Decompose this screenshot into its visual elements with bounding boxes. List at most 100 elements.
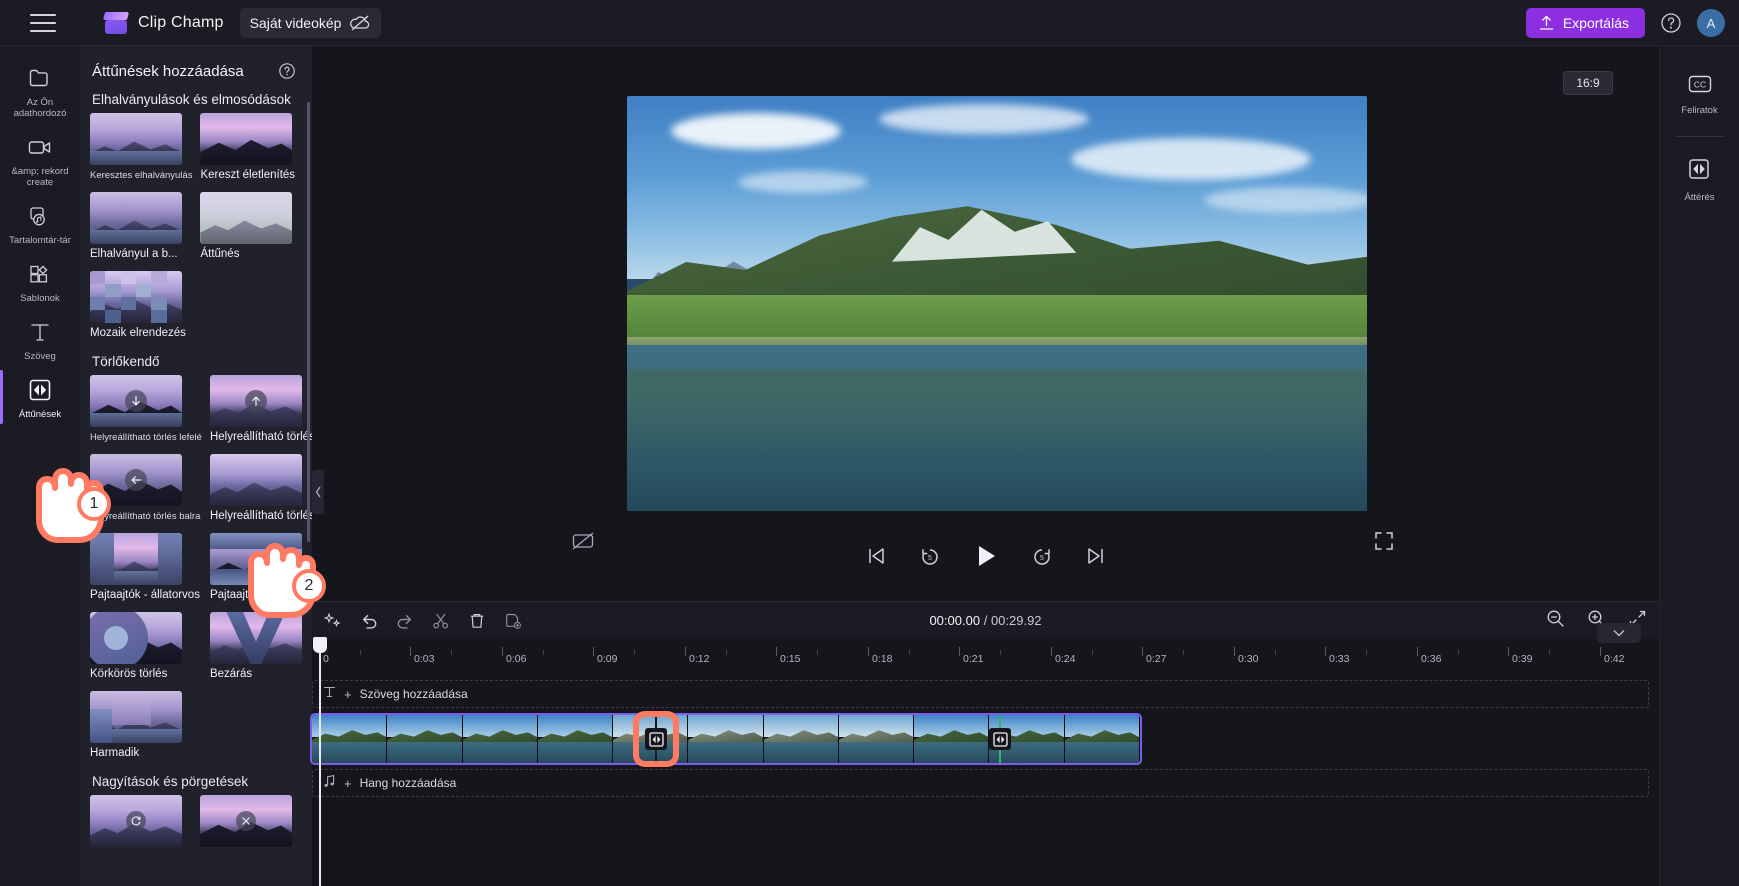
ruler-tick-label: 0:36 — [1421, 653, 1442, 665]
skip-to-start-icon[interactable] — [863, 543, 889, 569]
ruler-tick-label: 0:30 — [1238, 653, 1259, 665]
forward-5-icon[interactable]: 5 — [1029, 543, 1055, 569]
zoom-out-icon[interactable] — [1546, 609, 1565, 633]
right-label-captions: Feliratok — [1681, 105, 1718, 116]
brand: Clip Champ — [103, 11, 224, 34]
trash-icon[interactable] — [462, 608, 492, 634]
transition-item-barn-vertical[interactable]: Pajtaajtók - állatorvos — [90, 533, 202, 608]
project-name-chip[interactable]: Saját videokép — [239, 7, 382, 38]
ruler-tick-label: 0:12 — [689, 653, 710, 665]
thumbnail-barn-vertical — [90, 533, 182, 585]
fullscreen-button[interactable] — [1371, 528, 1397, 554]
arrow-down-icon — [125, 390, 147, 412]
transition-label: Harmadik — [90, 747, 140, 759]
video-clip[interactable] — [310, 713, 1142, 765]
panel-header: Áttűnések hozzáadása — [80, 46, 312, 84]
transition-label: Keresztes elhalványulás — [90, 170, 193, 181]
transition-label: Kereszt életlenítés — [200, 169, 296, 181]
question-mark-icon[interactable] — [278, 62, 296, 80]
transition-item-dissolve[interactable]: Áttűnés ... — [200, 192, 302, 267]
play-button[interactable] — [971, 541, 1001, 571]
transition-item-zoom-spin-2[interactable] — [200, 795, 302, 857]
transitions-panel: Áttűnések hozzáadása Elhalványulások és … — [80, 46, 312, 886]
transition-item-cross-blur[interactable]: Kereszt életlenítés — [200, 113, 302, 188]
transition-item-cross-fade[interactable]: Keresztes elhalványulás — [90, 113, 192, 188]
thumbnail-wipe-right — [209, 454, 302, 506]
transition-item-fade-to[interactable]: Elhalványul a b... — [90, 192, 192, 267]
sidebar-item-templates[interactable]: Sablonok — [0, 252, 80, 310]
avatar[interactable]: A — [1697, 9, 1725, 37]
add-text-plus: + — [344, 686, 352, 702]
transitions-icon — [27, 377, 53, 403]
thumbnail-close-wipe — [209, 612, 302, 664]
panel-scrollbar[interactable] — [307, 102, 310, 542]
transition-label: Körkörös törlés — [90, 668, 168, 680]
transition-item-wipe-down[interactable]: Helyreállítható törlés lefelé — [90, 375, 202, 450]
undo-icon[interactable] — [354, 608, 384, 634]
thumbnail-barn-horizontal — [209, 533, 302, 585]
ruler-tick-label: 0:39 — [1512, 653, 1533, 665]
transition-item-wipe-right[interactable]: Helyreállítható törlés jobbra — [209, 454, 312, 529]
right-item-transition[interactable]: Áttérés — [1684, 151, 1715, 209]
current-time: 00:00.00 — [929, 613, 981, 628]
transition-item-zoom-spin-1[interactable] — [90, 795, 192, 857]
transport-controls: 5 5 — [312, 536, 1659, 576]
ruler-tick-label: 0:03 — [414, 653, 435, 665]
redo-icon[interactable] — [390, 608, 420, 634]
transition-marker-2[interactable] — [987, 715, 1013, 763]
ruler-tick-label: 0:06 — [506, 653, 527, 665]
add-text-label: Szöveg hozzáadása — [359, 687, 468, 701]
transition-marker-icon — [989, 728, 1011, 750]
transition-marker-1[interactable] — [633, 711, 679, 767]
ruler-tick-label: 0:21 — [963, 653, 984, 665]
transition-item-wipe-left[interactable]: Helyreállítható törlés balra — [90, 454, 202, 529]
ruler-tick-label: 0:27 — [1146, 653, 1167, 665]
transition-item-circle-wipe[interactable]: Körkörös törlés — [90, 612, 202, 687]
zoom-spin-icon — [236, 811, 256, 831]
sidebar-item-transitions[interactable]: Áttűnések — [0, 368, 80, 426]
section-title-zooms: Nagyítások és pörgetések — [92, 774, 249, 789]
skip-to-end-icon[interactable] — [1083, 543, 1109, 569]
thumbnail-cross-fade — [90, 113, 182, 165]
transition-label: Helyreállítható törlés felfelé — [209, 431, 312, 443]
transition-grid-fades: Keresztes elhalványulás Kereszt életlení… — [80, 113, 312, 346]
thumbnail-fade-to — [90, 192, 182, 244]
timeline-ruler[interactable]: 0 0:03 0:06 0:09 0:12 0:15 0:18 0:21 0:2 — [312, 639, 1659, 669]
transition-label: Áttűnés — [200, 248, 240, 260]
svg-text:CC: CC — [1693, 79, 1705, 89]
transition-label: Helyreállítható törlés jobbra — [209, 510, 312, 522]
scissors-icon[interactable] — [426, 608, 456, 634]
right-label-transition: Áttérés — [1684, 192, 1715, 203]
section-title-fades: Elhalványulások és elmosódások — [92, 92, 291, 107]
clipchamp-editor: Clip Champ Saját videokép Exportálás A A… — [0, 0, 1739, 886]
sidebar-item-text[interactable]: Szöveg — [0, 310, 80, 368]
clipchamp-logo-icon — [103, 11, 129, 34]
export-button[interactable]: Exportálás — [1525, 8, 1645, 38]
transition-item-close-wipe[interactable]: Bezárás — [209, 612, 312, 687]
aspect-ratio-chip[interactable]: 16:9 — [1563, 71, 1613, 95]
transition-item-third[interactable]: Harmadik — [90, 691, 202, 766]
transition-item-mosaic[interactable]: Mozaik elrendezés — [90, 271, 192, 346]
playhead[interactable] — [313, 637, 327, 886]
transition-item-wipe-up[interactable]: Helyreállítható törlés felfelé — [209, 375, 312, 450]
sidebar-item-record-create[interactable]: &amp; rekord create — [0, 125, 80, 194]
rewind-5-icon[interactable]: 5 — [917, 543, 943, 569]
panel-collapse-handle[interactable] — [312, 470, 324, 514]
magic-wand-icon[interactable] — [318, 608, 348, 634]
project-name: Saját videokép — [249, 14, 342, 31]
track-add-text[interactable]: + Szöveg hozzáadása — [312, 680, 1649, 708]
duplicate-icon[interactable] — [498, 608, 528, 634]
right-item-captions[interactable]: CC Feliratok — [1681, 68, 1718, 122]
transition-label: Elhalványul a b... — [90, 248, 178, 260]
add-audio-label: Hang hozzáadása — [359, 776, 457, 790]
text-track-icon — [323, 685, 336, 704]
sidebar-item-media[interactable]: Az Ön adathordozó — [0, 56, 80, 125]
ruler-tick-label: 0:15 — [780, 653, 801, 665]
sidebar-item-content-library[interactable]: Tartalomtár-tár — [0, 194, 80, 252]
timeline-body[interactable]: 0 0:03 0:06 0:09 0:12 0:15 0:18 0:21 0:2 — [310, 623, 1659, 886]
svg-text:5: 5 — [1040, 555, 1044, 562]
menu-hamburger-icon[interactable] — [30, 13, 56, 32]
track-add-audio[interactable]: + Hang hozzáadása — [312, 769, 1649, 797]
video-preview[interactable] — [627, 96, 1367, 511]
help-icon[interactable] — [1659, 11, 1683, 35]
